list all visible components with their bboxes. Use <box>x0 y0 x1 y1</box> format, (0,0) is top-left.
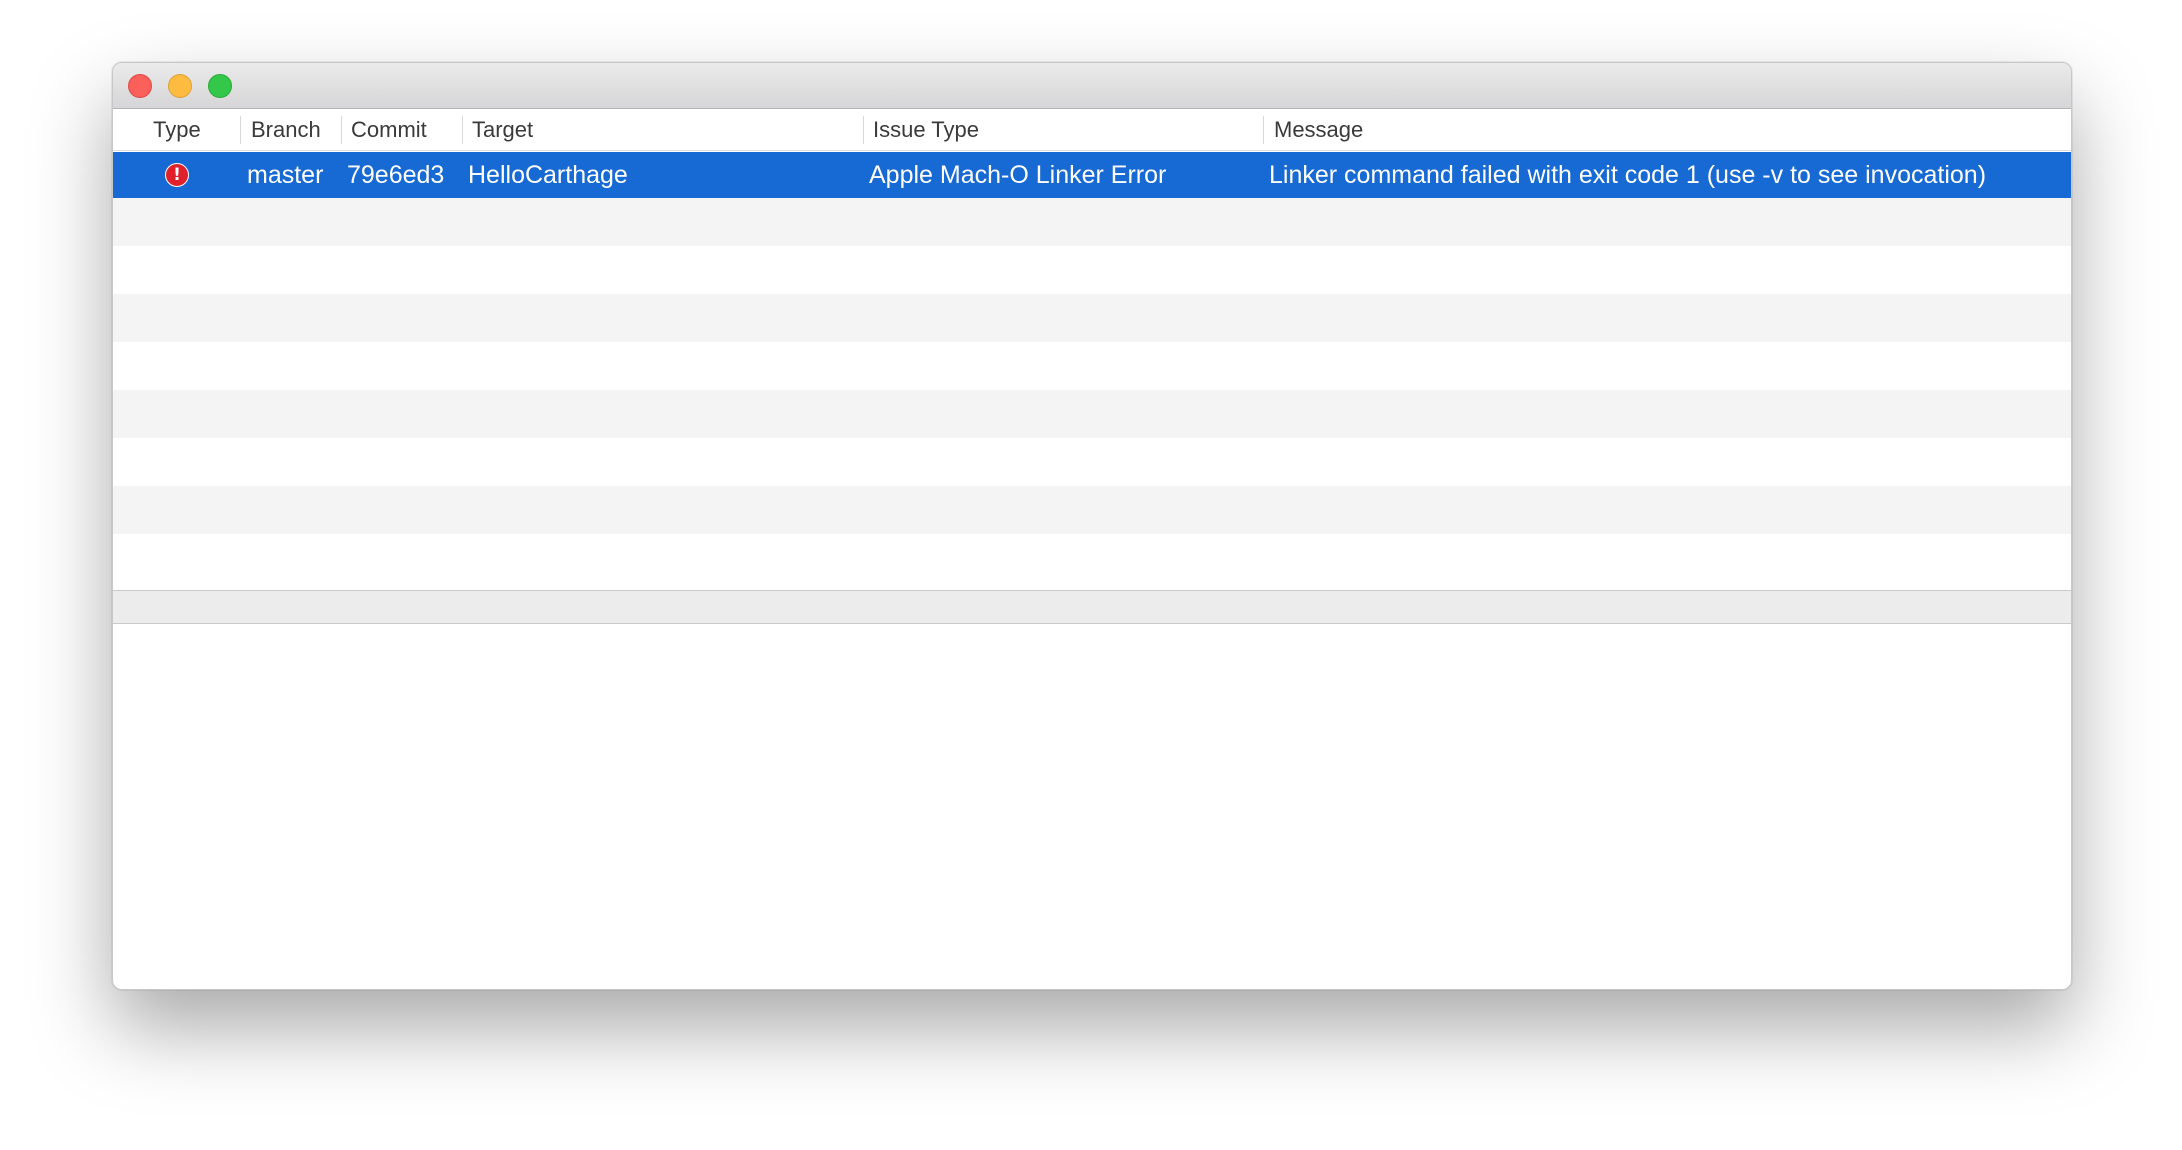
cell-target: HelloCarthage <box>468 161 628 189</box>
column-divider[interactable] <box>1263 116 1264 144</box>
table-header: Type Branch Commit Target Issue Type Mes… <box>113 109 2071 151</box>
empty-table-row <box>113 486 2071 534</box>
empty-table-row <box>113 342 2071 390</box>
column-divider[interactable] <box>863 116 864 144</box>
title-bar[interactable] <box>113 63 2071 109</box>
minimize-window-button[interactable] <box>168 74 192 98</box>
error-icon: ! <box>165 163 189 187</box>
column-header-commit[interactable]: Commit <box>351 109 427 150</box>
empty-table-row <box>113 534 2071 582</box>
close-window-button[interactable] <box>128 74 152 98</box>
empty-table-row <box>113 246 2071 294</box>
column-divider[interactable] <box>462 116 463 144</box>
empty-table-row <box>113 438 2071 486</box>
app-window: Type Branch Commit Target Issue Type Mes… <box>112 62 2072 990</box>
cell-commit: 79e6ed3 <box>347 161 445 189</box>
column-header-issue-type[interactable]: Issue Type <box>873 109 979 150</box>
empty-table-row <box>113 294 2071 342</box>
empty-table-row <box>113 198 2071 246</box>
detail-pane <box>113 624 2071 989</box>
split-view-divider[interactable] <box>113 590 2071 624</box>
cell-branch: master <box>247 161 324 189</box>
empty-table-row <box>113 390 2071 438</box>
column-header-message[interactable]: Message <box>1274 109 1363 150</box>
column-header-branch[interactable]: Branch <box>251 109 321 150</box>
issues-table: Type Branch Commit Target Issue Type Mes… <box>113 109 2071 590</box>
column-header-target[interactable]: Target <box>472 109 533 150</box>
cell-issue-type: Apple Mach-O Linker Error <box>869 161 1167 189</box>
table-row-selected[interactable]: ! master 79e6ed3 HelloCarthage Apple Mac… <box>113 152 2071 198</box>
column-header-type[interactable]: Type <box>153 109 201 150</box>
cell-message: Linker command failed with exit code 1 (… <box>1269 161 1987 189</box>
column-divider[interactable] <box>341 116 342 144</box>
table-body: ! master 79e6ed3 HelloCarthage Apple Mac… <box>113 152 2071 582</box>
zoom-window-button[interactable] <box>208 74 232 98</box>
column-divider[interactable] <box>240 116 241 144</box>
